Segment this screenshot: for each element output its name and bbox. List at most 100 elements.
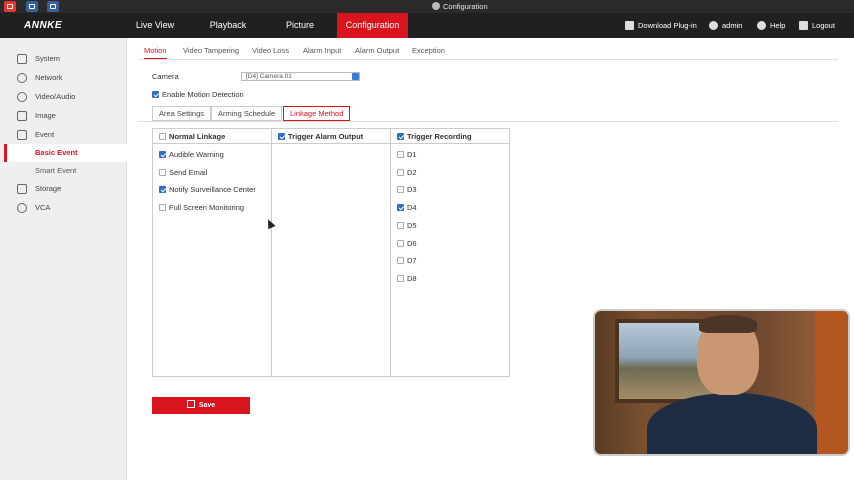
- help-link[interactable]: Help: [757, 13, 785, 38]
- camera-select-value: [D4] Camera 01: [246, 73, 292, 80]
- sidebar-item-label: Image: [35, 111, 56, 120]
- normal-linkage-title: Normal Linkage: [169, 132, 226, 141]
- channel-d2-label: D2: [407, 168, 417, 177]
- normal-linkage-column: Normal Linkage Audible Warning Send Emai…: [153, 129, 272, 376]
- channel-d7-label: D7: [407, 256, 417, 265]
- camera-select[interactable]: [D4] Camera 01: [241, 72, 360, 81]
- app-icon[interactable]: [4, 1, 16, 12]
- user-menu[interactable]: admin: [709, 13, 742, 38]
- microphone-icon: [17, 92, 27, 102]
- sidebar-item-label: Network: [35, 73, 63, 82]
- sidebar-item-label: System: [35, 54, 61, 63]
- channel-d5-checkbox[interactable]: [397, 222, 404, 229]
- storage-icon: [17, 184, 27, 194]
- logout-label: Logout: [812, 21, 835, 30]
- user-name: admin: [722, 21, 743, 30]
- enable-motion-label: Enable Motion Detection: [162, 90, 244, 99]
- presenter-hair: [699, 315, 757, 333]
- save-button[interactable]: Save: [152, 397, 250, 414]
- help-label: Help: [770, 21, 786, 30]
- user-icon: [709, 21, 718, 30]
- tab-exception[interactable]: Exception: [412, 44, 445, 60]
- channel-d1-checkbox[interactable]: [397, 151, 404, 158]
- enable-motion-checkbox[interactable]: [152, 91, 159, 98]
- normal-linkage-header: Normal Linkage: [153, 129, 271, 144]
- recording-column: Trigger Recording D1 D2 D3 D4 D5 D6 D7 D…: [391, 129, 509, 376]
- notify-center-checkbox[interactable]: [159, 186, 166, 193]
- save-icon: [186, 400, 195, 408]
- sidebar-item-label: Smart Event: [35, 166, 77, 175]
- audible-warning-checkbox[interactable]: [159, 151, 166, 158]
- image-icon: [17, 111, 27, 121]
- event-icon: [17, 130, 27, 140]
- notify-center-label: Notify Surveillance Center: [169, 185, 256, 194]
- download-plugin-label: Download Plug-in: [638, 21, 697, 30]
- normal-linkage-checkbox[interactable]: [159, 133, 166, 140]
- system-icon: [17, 54, 27, 64]
- tabs-divider: [138, 59, 838, 60]
- sidebar-item-vca[interactable]: VCA: [0, 199, 127, 217]
- download-plugin-link[interactable]: Download Plug-in: [625, 13, 697, 38]
- logout-icon: [799, 21, 808, 30]
- sidebar-item-label: VCA: [35, 203, 51, 212]
- alarm-output-title: Trigger Alarm Output: [288, 132, 364, 141]
- tab-alarm-input[interactable]: Alarm Input: [303, 44, 341, 60]
- globe-icon: [17, 73, 27, 83]
- send-email-checkbox[interactable]: [159, 169, 166, 176]
- save-icon[interactable]: [26, 1, 38, 12]
- nav-picture[interactable]: Picture: [270, 13, 330, 38]
- nav-live-view[interactable]: Live View: [124, 13, 186, 38]
- help-icon: [757, 21, 766, 30]
- recording-header: Trigger Recording: [391, 129, 509, 144]
- channel-d1-label: D1: [407, 150, 417, 159]
- tab-motion[interactable]: Motion: [144, 44, 167, 60]
- sidebar-item-smart-event[interactable]: Smart Event: [4, 162, 127, 180]
- channel-d5-label: D5: [407, 221, 417, 230]
- webcam-overlay: [595, 311, 848, 454]
- logout-link[interactable]: Logout: [799, 13, 835, 38]
- wall-door: [815, 311, 848, 454]
- sidebar-item-video-audio[interactable]: Video/Audio: [0, 88, 127, 106]
- sidebar-item-basic-event[interactable]: Basic Event: [4, 144, 127, 162]
- full-screen-checkbox[interactable]: [159, 204, 166, 211]
- top-navigation: ANNKE Live View Playback Picture Configu…: [0, 13, 854, 38]
- save-label: Save: [198, 402, 216, 409]
- home-icon[interactable]: [47, 1, 59, 12]
- tab-alarm-output[interactable]: Alarm Output: [355, 44, 399, 60]
- step-arming-schedule[interactable]: Arming Schedule: [211, 106, 283, 121]
- sidebar-item-storage[interactable]: Storage: [0, 180, 127, 198]
- window-title-text: Configuration: [443, 2, 488, 11]
- channel-d7-checkbox[interactable]: [397, 257, 404, 264]
- alarm-output-column: Trigger Alarm Output: [272, 129, 391, 376]
- channel-d6-label: D6: [407, 239, 417, 248]
- tab-video-loss[interactable]: Video Loss: [252, 44, 289, 60]
- sidebar-item-image[interactable]: Image: [0, 107, 127, 125]
- sidebar: System Network Video/Audio Image Event B…: [0, 38, 127, 480]
- window-title-bar: Configuration: [0, 0, 854, 13]
- sidebar-item-label: Event: [35, 130, 55, 139]
- alarm-output-checkbox[interactable]: [278, 133, 285, 140]
- audible-warning-label: Audible Warning: [169, 150, 224, 159]
- nav-playback[interactable]: Playback: [197, 13, 259, 38]
- channel-d6-checkbox[interactable]: [397, 240, 404, 247]
- sidebar-item-system[interactable]: System: [0, 50, 127, 68]
- sidebar-item-label: Basic Event: [35, 148, 78, 157]
- sidebar-item-network[interactable]: Network: [0, 69, 127, 87]
- channel-d3-label: D3: [407, 185, 417, 194]
- nav-configuration[interactable]: Configuration: [337, 13, 408, 38]
- channel-d8-label: D8: [407, 274, 417, 283]
- channel-d4-checkbox[interactable]: [397, 204, 404, 211]
- alarm-output-header: Trigger Alarm Output: [272, 129, 390, 144]
- steps-divider: [138, 121, 838, 122]
- send-email-label: Send Email: [169, 168, 208, 177]
- channel-d2-checkbox[interactable]: [397, 169, 404, 176]
- channel-d3-checkbox[interactable]: [397, 186, 404, 193]
- channel-d8-checkbox[interactable]: [397, 275, 404, 282]
- chevron-down-icon: [352, 73, 359, 80]
- sidebar-item-event[interactable]: Event: [0, 126, 127, 144]
- step-linkage-method[interactable]: Linkage Method: [283, 106, 351, 121]
- step-area-settings[interactable]: Area Settings: [152, 106, 212, 121]
- trigger-recording-checkbox[interactable]: [397, 133, 404, 140]
- tab-video-tampering[interactable]: Video Tampering: [183, 44, 239, 60]
- channel-d4-label: D4: [407, 203, 417, 212]
